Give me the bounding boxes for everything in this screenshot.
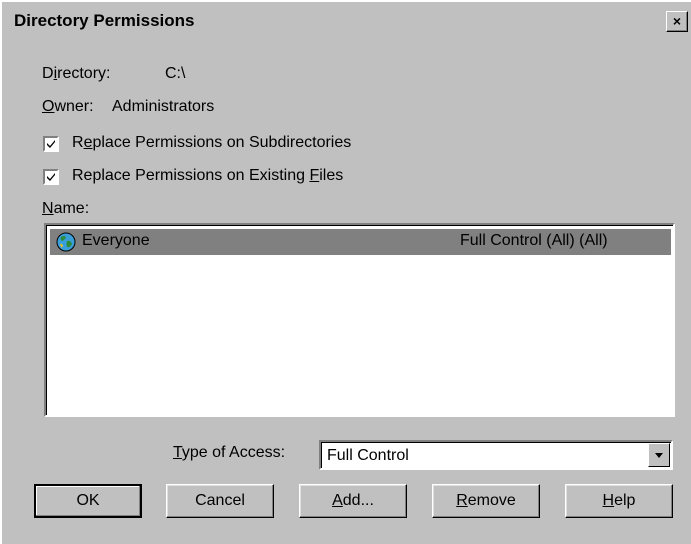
checkmark-icon bbox=[47, 173, 55, 181]
add-button[interactable]: Add... bbox=[299, 484, 407, 518]
dialog-title: Directory Permissions bbox=[14, 11, 195, 30]
owner-value: Administrators bbox=[112, 98, 215, 115]
directory-permissions-dialog: Directory Permissions × Directory: C:\ O… bbox=[0, 0, 691, 544]
ok-button[interactable]: OK bbox=[34, 484, 142, 518]
type-of-access-value: Full Control bbox=[327, 447, 409, 464]
remove-button[interactable]: Remove bbox=[432, 484, 540, 518]
close-button[interactable]: × bbox=[666, 11, 688, 32]
replace-existing-files-label[interactable]: Replace Permissions on Existing Files bbox=[72, 167, 343, 185]
dropdown-button[interactable] bbox=[648, 443, 670, 467]
owner-label: Owner: bbox=[42, 98, 94, 115]
help-button[interactable]: Help bbox=[565, 484, 673, 518]
directory-value: C:\ bbox=[165, 65, 186, 82]
globe-icon bbox=[56, 232, 76, 252]
type-of-access-select[interactable]: Full Control bbox=[319, 440, 673, 470]
replace-subdirectories-checkbox[interactable] bbox=[43, 136, 59, 152]
list-item[interactable]: Everyone Full Control (All) (All) bbox=[50, 229, 671, 255]
names-label: Name: bbox=[42, 200, 90, 217]
replace-subdirectories-label[interactable]: Replace Permissions on Subdirectories bbox=[72, 134, 351, 152]
permissions-listbox[interactable]: Everyone Full Control (All) (All) bbox=[44, 223, 675, 417]
close-icon: × bbox=[672, 13, 682, 29]
cancel-button[interactable]: Cancel bbox=[166, 484, 274, 518]
title-bar[interactable]: Directory Permissions × bbox=[2, 2, 691, 40]
list-item-access: Full Control (All) (All) bbox=[460, 232, 608, 249]
list-item-name: Everyone bbox=[82, 232, 150, 249]
checkmark-icon bbox=[47, 140, 55, 148]
directory-label: Directory: bbox=[42, 65, 111, 82]
type-of-access-label: Type of Access: bbox=[173, 444, 286, 461]
replace-existing-files-checkbox[interactable] bbox=[43, 169, 59, 185]
chevron-down-icon bbox=[655, 453, 663, 458]
